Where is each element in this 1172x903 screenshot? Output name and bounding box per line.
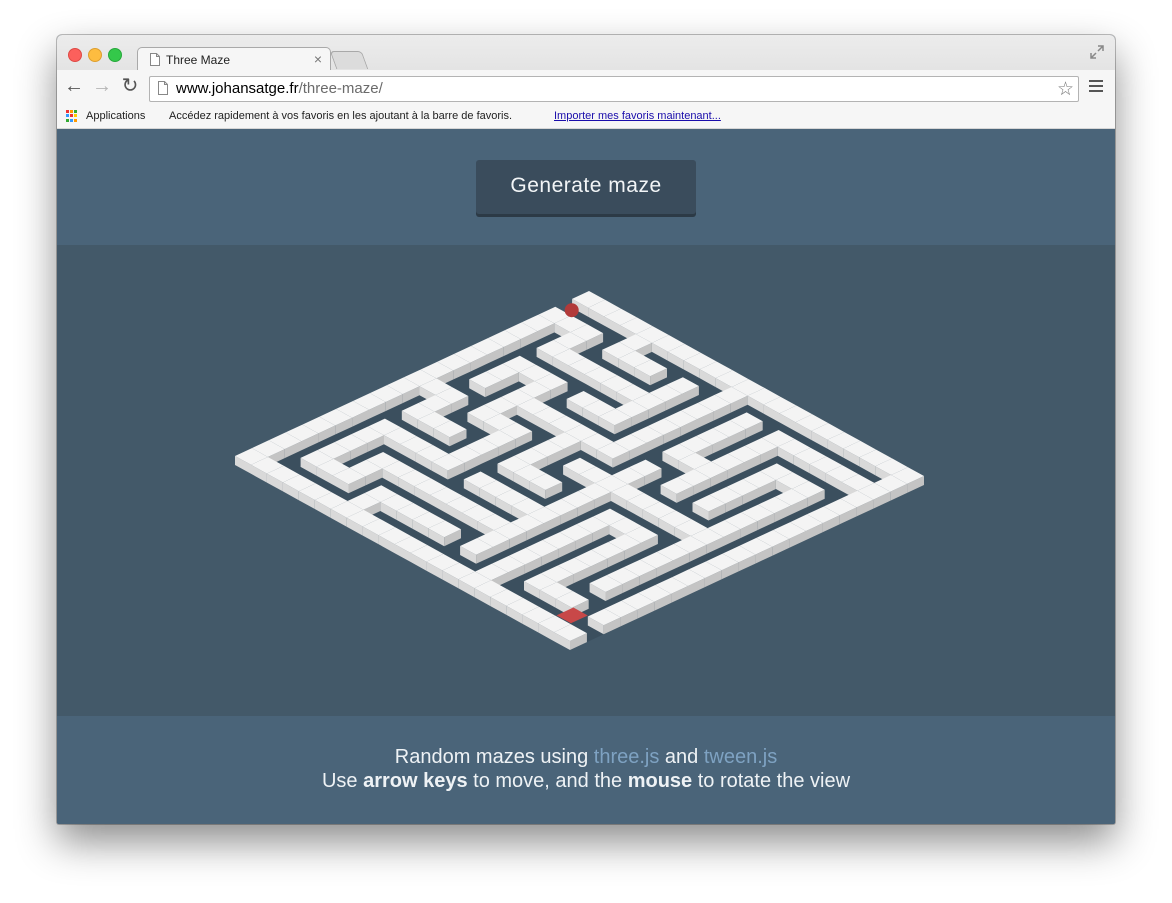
footer-text: Random mazes using <box>394 746 594 768</box>
apps-label[interactable]: Applications <box>86 110 145 122</box>
footer-text: to rotate the view <box>692 770 851 792</box>
player-ball <box>564 303 579 318</box>
apps-icon[interactable] <box>66 110 78 122</box>
page-footer: Random mazes using three.js and tween.js… <box>57 716 1115 824</box>
menu-icon[interactable] <box>1089 80 1103 94</box>
maze-3d-view[interactable] <box>57 245 1115 716</box>
tab-title: Three Maze <box>166 53 231 67</box>
page-icon <box>158 81 168 95</box>
browser-window: Three Maze × ← → ↻ www.johansatge.fr/thr… <box>57 35 1115 824</box>
close-icon[interactable]: × <box>314 51 322 67</box>
window-close-button[interactable] <box>68 48 82 62</box>
threejs-link[interactable]: three.js <box>594 746 660 768</box>
tweenjs-link[interactable]: tween.js <box>704 746 777 768</box>
browser-chrome: Three Maze × ← → ↻ www.johansatge.fr/thr… <box>57 35 1115 130</box>
footer-line-1: Random mazes using three.js and tween.js <box>57 746 1115 769</box>
window-minimize-button[interactable] <box>88 48 102 62</box>
forward-icon[interactable]: → <box>91 76 113 98</box>
page-header: Generate maze <box>57 129 1115 245</box>
url-path: /three-maze/ <box>298 80 383 97</box>
back-icon[interactable]: ← <box>63 76 85 98</box>
maze-viewport[interactable] <box>57 245 1115 716</box>
new-tab-button[interactable] <box>329 51 369 69</box>
tab-three-maze[interactable]: Three Maze × <box>137 47 331 72</box>
footer-text: to move, and the <box>467 770 628 792</box>
footer-text: Use <box>321 770 364 792</box>
address-bar[interactable]: www.johansatge.fr/three-maze/ ☆ <box>149 76 1079 102</box>
generate-maze-button[interactable]: Generate maze <box>476 160 696 214</box>
fullscreen-icon[interactable] <box>1089 44 1105 60</box>
url-domain: www.johansatge.fr <box>176 80 299 97</box>
import-bookmarks-link[interactable]: Importer mes favoris maintenant... <box>554 110 721 122</box>
page-icon <box>150 53 160 66</box>
window-zoom-button[interactable] <box>108 48 122 62</box>
star-icon[interactable]: ☆ <box>1057 78 1074 101</box>
tab-strip: Three Maze × <box>57 35 1115 72</box>
bookmarks-bar: Applications Accédez rapidement à vos fa… <box>57 104 1115 128</box>
arrow-keys-text: arrow keys <box>363 770 468 792</box>
bookmarks-message: Accédez rapidement à vos favoris en les … <box>169 110 513 122</box>
page-content: Generate maze Random mazes using three.j… <box>57 129 1115 824</box>
footer-line-2: Use arrow keys to move, and the mouse to… <box>57 770 1115 793</box>
reload-icon[interactable]: ↻ <box>119 76 141 98</box>
toolbar: ← → ↻ www.johansatge.fr/three-maze/ ☆ <box>57 70 1115 104</box>
url-text[interactable]: www.johansatge.fr/three-maze/ <box>176 80 383 97</box>
footer-text: and <box>659 746 704 768</box>
mouse-text: mouse <box>627 770 693 792</box>
